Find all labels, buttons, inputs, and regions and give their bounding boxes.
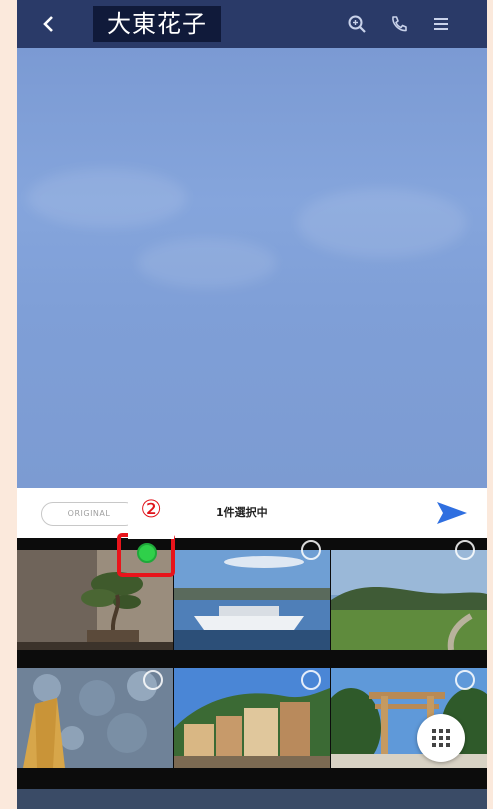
- search-icon: [348, 15, 366, 33]
- photo-select-circle[interactable]: [455, 540, 475, 560]
- step-marker: ②: [128, 489, 174, 539]
- send-button[interactable]: [435, 500, 469, 526]
- cloud-shape: [27, 168, 187, 228]
- chat-screen: 大東花子 ORIGINAL 1件選択中: [17, 0, 487, 809]
- cloud-shape: [137, 238, 277, 288]
- photo-select-circle[interactable]: [455, 670, 475, 690]
- original-quality-button[interactable]: ORIGINAL: [41, 502, 137, 526]
- chevron-left-icon: [43, 16, 53, 32]
- back-button[interactable]: [39, 14, 59, 34]
- menu-button[interactable]: [431, 14, 451, 34]
- grid-icon: [432, 729, 450, 747]
- photo-select-circle[interactable]: [301, 670, 321, 690]
- chat-title: 大東花子: [93, 6, 221, 42]
- search-button[interactable]: [347, 14, 367, 34]
- send-icon: [437, 502, 467, 524]
- photo-selected-indicator[interactable]: [137, 543, 157, 563]
- chat-message-area: [17, 48, 487, 488]
- photo-picker-toolbar: ORIGINAL 1件選択中: [17, 488, 487, 538]
- cloud-shape: [297, 188, 467, 258]
- photo-thumbnail-coast[interactable]: [331, 550, 487, 650]
- photo-thumbnail-harbor[interactable]: [174, 550, 330, 650]
- chat-header: 大東花子: [17, 0, 487, 48]
- menu-icon: [434, 18, 448, 30]
- photo-select-circle[interactable]: [143, 670, 163, 690]
- photo-select-circle[interactable]: [301, 540, 321, 560]
- gallery-next-row: [17, 789, 487, 809]
- call-button[interactable]: [389, 14, 409, 34]
- coastal-field-photo: [331, 550, 487, 650]
- phone-icon: [392, 16, 407, 32]
- grid-view-button[interactable]: [417, 714, 465, 762]
- selection-count: 1件選択中: [216, 506, 268, 519]
- harbor-ship-photo: [174, 550, 330, 650]
- photo-gallery-grid: [17, 538, 487, 809]
